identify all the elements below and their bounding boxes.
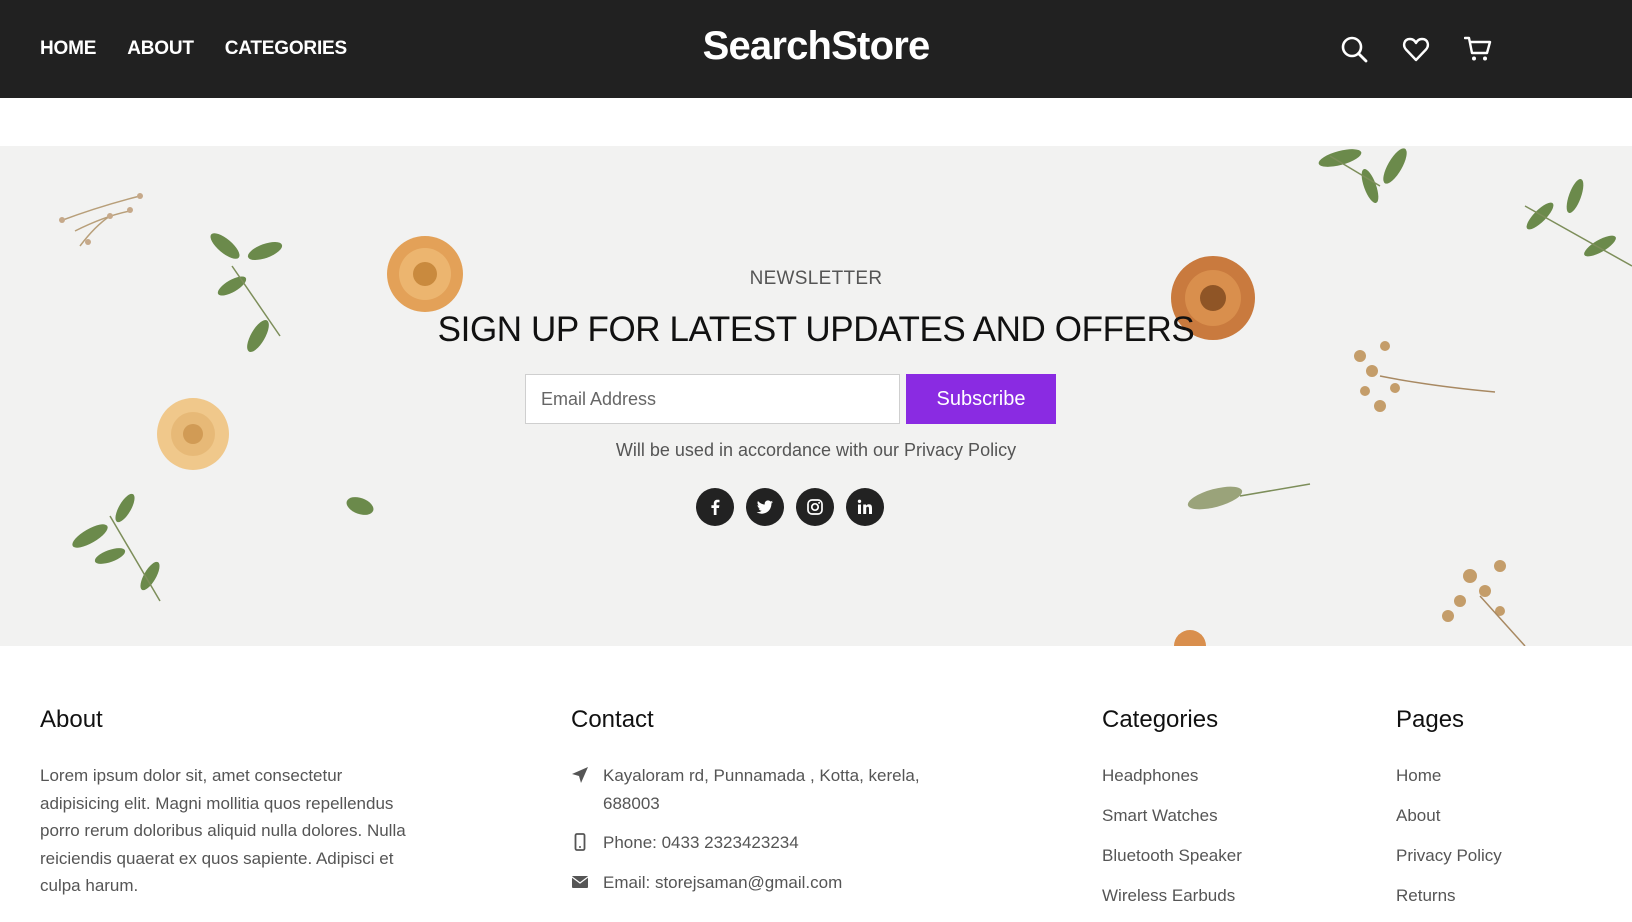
- nav-categories[interactable]: CATEGORIES: [225, 38, 347, 60]
- footer-category-headphones[interactable]: Headphones: [1102, 766, 1198, 785]
- footer-page-home[interactable]: Home: [1396, 766, 1441, 785]
- footer-page-returns[interactable]: Returns: [1396, 886, 1456, 905]
- email-input[interactable]: [525, 374, 900, 424]
- main-nav: HOME ABOUT CATEGORIES: [40, 38, 347, 60]
- twitter-icon[interactable]: [746, 488, 784, 526]
- footer-category-smart-watches[interactable]: Smart Watches: [1102, 806, 1218, 825]
- contact-email: Email: storejsaman@gmail.com: [571, 869, 931, 897]
- privacy-disclaimer: Will be used in accordance with our Priv…: [615, 440, 1017, 460]
- site-footer: About Lorem ipsum dolor sit, amet consec…: [0, 646, 1632, 919]
- footer-categories-title: Categories: [1102, 706, 1219, 733]
- footer-pages-title: Pages: [1396, 706, 1465, 733]
- footer-page-about[interactable]: About: [1396, 806, 1440, 825]
- contact-address: Kayaloram rd, Punnamada , Kotta, kerela,…: [571, 762, 931, 817]
- mobile-phone-icon: [571, 829, 591, 857]
- contact-address-text: Kayaloram rd, Punnamada , Kotta, kerela,…: [603, 766, 920, 813]
- instagram-icon[interactable]: [796, 488, 834, 526]
- footer-about: About Lorem ipsum dolor sit, amet consec…: [40, 706, 410, 900]
- contact-phone: Phone: 0433 2323423234: [571, 829, 931, 857]
- header-actions: [1340, 35, 1492, 63]
- footer-categories: Categories Headphones Smart Watches Blue…: [1102, 706, 1242, 922]
- newsletter-headline: SIGN UP FOR LATEST UPDATES AND OFFERS: [437, 310, 1195, 349]
- linkedin-icon[interactable]: [846, 488, 884, 526]
- newsletter-content: NEWSLETTER SIGN UP FOR LATEST UPDATES AN…: [0, 146, 1632, 646]
- footer-pages: Pages Home About Privacy Policy Returns: [1396, 706, 1502, 922]
- contact-phone-text: Phone: 0433 2323423234: [603, 833, 799, 852]
- footer-about-title: About: [40, 706, 103, 733]
- subscribe-button[interactable]: Subscribe: [906, 374, 1056, 424]
- social-links: [696, 488, 884, 526]
- location-arrow-icon: [571, 762, 591, 817]
- cart-icon[interactable]: [1464, 35, 1492, 63]
- footer-contact-title: Contact: [571, 706, 654, 733]
- site-header: HOME ABOUT CATEGORIES SearchStore: [0, 0, 1632, 98]
- search-icon[interactable]: [1340, 35, 1368, 63]
- footer-category-wireless-earbuds[interactable]: Wireless Earbuds: [1102, 886, 1235, 905]
- newsletter-eyebrow: NEWSLETTER: [749, 268, 883, 289]
- footer-category-bluetooth-speaker[interactable]: Bluetooth Speaker: [1102, 846, 1242, 865]
- site-logo[interactable]: SearchStore: [703, 24, 931, 69]
- contact-email-text[interactable]: Email: storejsaman@gmail.com: [603, 869, 842, 897]
- nav-home[interactable]: HOME: [40, 38, 96, 60]
- newsletter-form: Subscribe: [525, 374, 1056, 424]
- footer-about-text: Lorem ipsum dolor sit, amet consectetur …: [40, 766, 406, 895]
- facebook-icon[interactable]: [696, 488, 734, 526]
- footer-contact: Contact Kayaloram rd, Punnamada , Kotta,…: [571, 706, 931, 908]
- footer-page-privacy-policy[interactable]: Privacy Policy: [1396, 846, 1502, 865]
- heart-icon[interactable]: [1402, 35, 1430, 63]
- envelope-icon: [571, 869, 591, 897]
- newsletter-section: NEWSLETTER SIGN UP FOR LATEST UPDATES AN…: [0, 146, 1632, 646]
- nav-about[interactable]: ABOUT: [127, 38, 194, 60]
